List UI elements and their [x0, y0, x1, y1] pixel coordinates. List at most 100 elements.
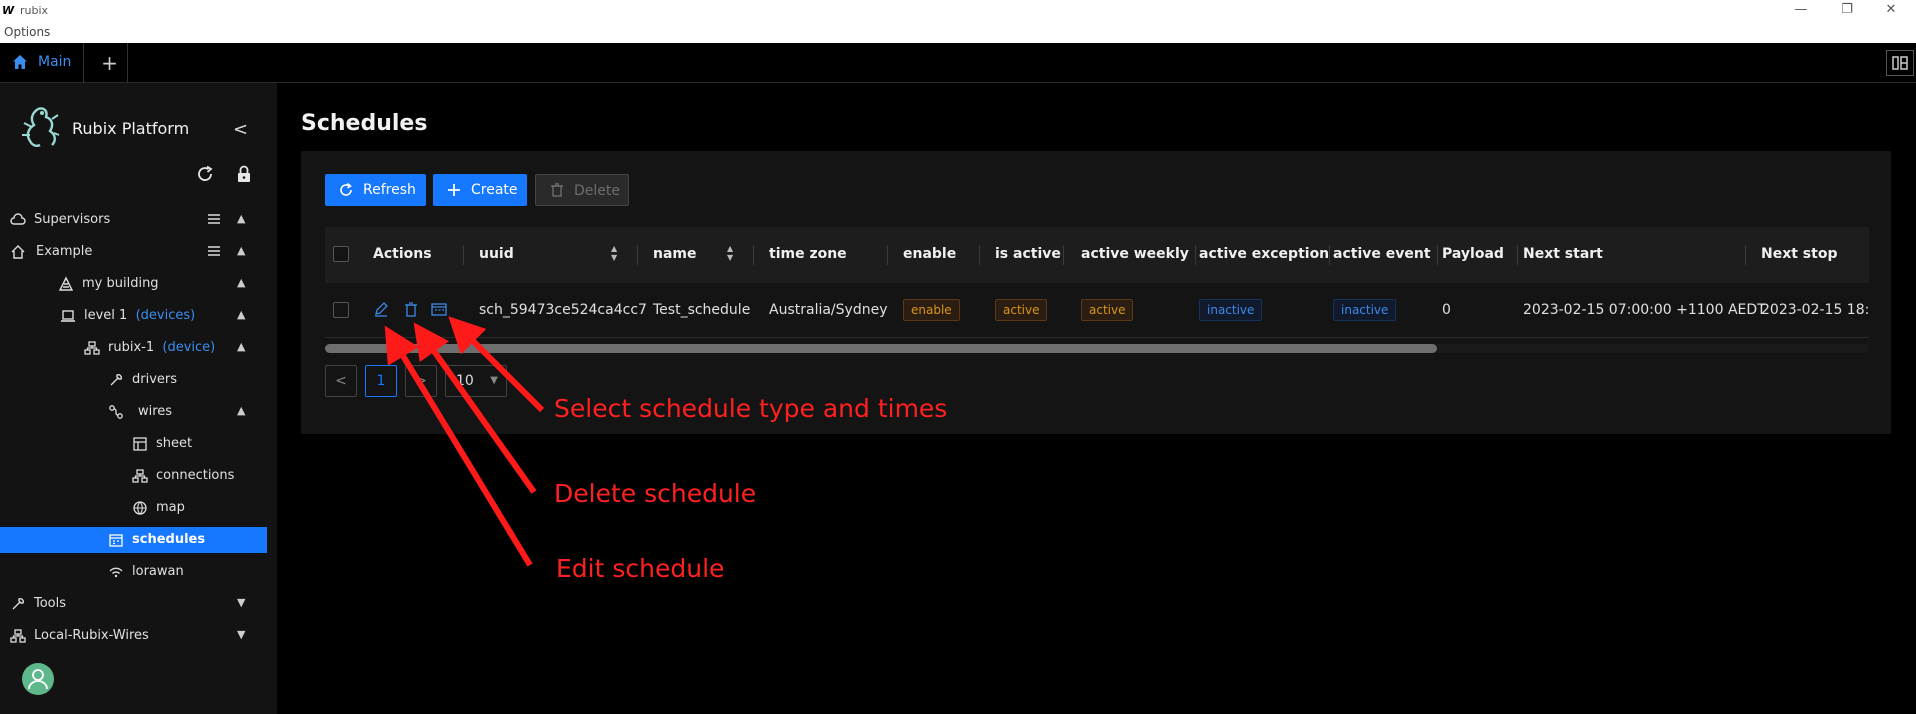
refresh-button[interactable]: Refresh — [325, 174, 426, 206]
sidebar-item-lorawan[interactable]: lorawan — [0, 559, 267, 585]
annotation-select-schedule: Select schedule type and times — [554, 394, 948, 423]
sidebar-item-map[interactable]: map — [0, 495, 267, 521]
active-weekly-tag: active — [1081, 299, 1134, 321]
delete-label: Delete — [574, 183, 620, 199]
connections-icon — [132, 468, 148, 484]
page-size-value: 10 — [456, 373, 474, 389]
sidebar-item-level-1[interactable]: level 1 (devices) ▲ — [0, 303, 267, 329]
pagination-next[interactable]: > — [405, 365, 437, 397]
column-header-name[interactable]: name — [653, 246, 697, 262]
menu-icon[interactable] — [206, 243, 222, 263]
cell-payload: 0 — [1442, 302, 1451, 318]
wifi-icon — [108, 564, 124, 580]
scrollbar-thumb[interactable] — [325, 344, 1437, 353]
refresh-label: Refresh — [363, 182, 416, 198]
sidebar-item-schedules[interactable]: schedules — [0, 527, 267, 553]
sidebar-item-label: sheet — [156, 436, 193, 451]
lock-icon[interactable] — [236, 165, 252, 187]
window-title: rubix — [20, 4, 49, 17]
minimize-button[interactable]: — — [1786, 2, 1816, 20]
chevron-up-icon[interactable]: ▲ — [237, 340, 245, 353]
rubix-frog-logo — [18, 105, 60, 151]
pagination-prev[interactable]: < — [325, 365, 357, 397]
user-avatar[interactable] — [22, 663, 54, 695]
sidebar-item-label: wires — [138, 404, 173, 419]
delete-icon[interactable] — [403, 300, 419, 318]
calendar-icon — [108, 532, 124, 548]
chevron-up-icon[interactable]: ▲ — [237, 212, 245, 225]
sidebar-item-label: schedules — [132, 532, 206, 547]
sort-icon[interactable]: ▲ ▼ — [611, 244, 617, 262]
brand-name: Rubix Platform — [72, 119, 190, 138]
annotation-delete-schedule: Delete schedule — [554, 479, 757, 508]
wires-icon — [108, 404, 124, 420]
schedule-calendar-icon[interactable] — [431, 300, 447, 318]
chevron-up-icon[interactable]: ▲ — [237, 308, 245, 321]
page-title: Schedules — [301, 111, 428, 136]
column-header-active-weekly: active weekly — [1081, 246, 1189, 262]
sidebar-item-local-rubix-wires[interactable]: Local-Rubix-Wires ▼ — [0, 623, 267, 649]
page-size-select[interactable]: 10 ▼ — [445, 365, 507, 397]
menu-options[interactable]: Options — [4, 25, 50, 39]
table-header: Actions uuid ▲ ▼ name ▲ ▼ time zone enable… — [325, 227, 1869, 283]
sidebar-item-sheet[interactable]: sheet — [0, 431, 267, 457]
edit-icon[interactable] — [373, 300, 389, 318]
sidebar-item-wires[interactable]: wires ▲ — [0, 399, 267, 425]
sidebar-item-supervisors[interactable]: Supervisors ▲ — [0, 207, 267, 233]
active-event-tag: inactive — [1333, 299, 1397, 321]
row-checkbox[interactable] — [333, 302, 349, 318]
sidebar-item-label: Example — [36, 244, 93, 259]
chevron-up-icon[interactable]: ▲ — [237, 244, 245, 257]
sidebar-item-label: Local-Rubix-Wires — [34, 628, 149, 643]
is-active-tag: active — [995, 299, 1048, 321]
table-row: sch_59473ce524ca4cc7 Test_schedule Austr… — [325, 283, 1869, 338]
network-icon — [10, 628, 26, 644]
collapse-sidebar-button[interactable]: < — [233, 119, 248, 140]
layout-toggle-icon[interactable] — [1886, 50, 1914, 76]
create-button[interactable]: Create — [433, 174, 527, 206]
building-icon — [58, 276, 74, 292]
chevron-up-icon[interactable]: ▲ — [237, 404, 245, 417]
annotation-edit-schedule: Edit schedule — [556, 554, 725, 583]
restore-button[interactable]: ❐ — [1832, 2, 1862, 20]
cell-next-start: 2023-02-15 07:00:00 +1100 AEDT — [1523, 302, 1766, 318]
sort-icon[interactable]: ▲ ▼ — [727, 244, 733, 262]
sidebar: Rubix Platform < Supervisors ▲ Example ▲… — [0, 83, 277, 714]
create-label: Create — [471, 182, 518, 198]
menu-icon[interactable] — [206, 211, 222, 231]
select-all-checkbox[interactable] — [333, 246, 349, 262]
column-header-active-exception: active exception — [1199, 246, 1330, 262]
home-icon — [10, 244, 26, 260]
sidebar-item-rubix-1[interactable]: rubix-1 (device) ▲ — [0, 335, 267, 361]
chevron-up-icon[interactable]: ▲ — [237, 276, 245, 289]
sidebar-item-example[interactable]: Example ▲ — [0, 239, 267, 265]
sidebar-item-connections[interactable]: connections — [0, 463, 267, 489]
app-logo: W — [2, 4, 15, 17]
delete-button[interactable]: Delete — [535, 174, 629, 206]
pagination-page-1[interactable]: 1 — [365, 365, 397, 397]
cluster-icon — [84, 340, 100, 356]
laptop-icon — [60, 308, 76, 324]
sidebar-item-label: connections — [156, 468, 235, 483]
reload-icon[interactable] — [196, 165, 214, 187]
sidebar-item-label: map — [156, 500, 185, 515]
sidebar-item-tools[interactable]: Tools ▼ — [0, 591, 267, 617]
window-titlebar: W rubix Options — ❐ ✕ — [0, 0, 1916, 43]
tab-main-label: Main — [38, 54, 72, 70]
tab-main[interactable]: Main — [0, 43, 84, 83]
close-window-button[interactable]: ✕ — [1876, 2, 1906, 20]
chevron-down-icon[interactable]: ▼ — [237, 628, 245, 641]
column-header-actions: Actions — [373, 246, 432, 262]
globe-icon — [132, 500, 148, 516]
sheet-icon — [132, 436, 148, 452]
chevron-down-icon: ▼ — [490, 375, 498, 386]
column-header-active-event: active event — [1333, 246, 1431, 262]
sidebar-item-my-building[interactable]: my building ▲ — [0, 271, 267, 297]
column-header-uuid[interactable]: uuid — [479, 246, 514, 262]
cell-name: Test_schedule — [653, 302, 751, 318]
tool-icon — [10, 596, 26, 612]
chevron-down-icon[interactable]: ▼ — [237, 596, 245, 609]
add-tab-button[interactable]: + — [92, 43, 128, 83]
sidebar-item-label: drivers — [132, 372, 178, 387]
sidebar-item-drivers[interactable]: drivers — [0, 367, 267, 393]
